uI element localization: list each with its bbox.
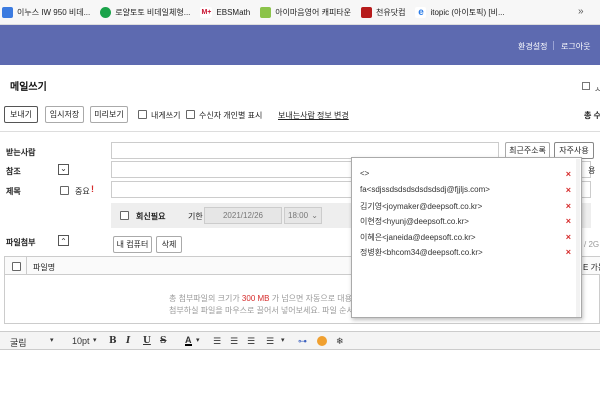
bookmark-item[interactable]: M+ EBSMath: [200, 6, 251, 18]
align-center-icon[interactable]: ☰: [230, 336, 238, 347]
bookmark-favicon-icon: [2, 6, 13, 18]
address-item[interactable]: 이혜은<janeida@deepsoft.co.kr>: [360, 232, 476, 243]
important-flag-icon: !: [91, 184, 94, 194]
address-item[interactable]: <>: [360, 169, 369, 178]
remove-address-icon[interactable]: ×: [566, 232, 571, 242]
bookmark-favicon-icon: [260, 6, 272, 18]
reply-needed-checkbox[interactable]: [120, 211, 129, 220]
to-self-checkbox[interactable]: [138, 110, 147, 119]
address-item[interactable]: fa<sdjssdsdsdsdsdsdsdj@fjjljs.com>: [360, 185, 490, 194]
settings-link[interactable]: 환경설정: [518, 41, 547, 52]
remove-address-icon[interactable]: ×: [566, 216, 571, 226]
to-self-label: 내게쓰기: [151, 111, 181, 120]
cc-expand-icon[interactable]: ⌄: [58, 164, 69, 175]
chevron-down-icon: ⌄: [311, 211, 318, 220]
delete-attachment-button[interactable]: 삭제: [156, 236, 182, 253]
cc-right-fragment: 용: [588, 166, 596, 175]
bookmarks-bar: 이누스 IW 950 비데... 로얄토토 비데일체형... M+ EBSMat…: [0, 0, 600, 25]
cc-label: 참조: [6, 167, 21, 176]
remove-address-icon[interactable]: ×: [566, 185, 571, 195]
individual-display-checkbox[interactable]: [186, 110, 195, 119]
bookmarks-overflow-icon[interactable]: »: [578, 6, 584, 17]
note-size: 300 MB: [241, 294, 270, 303]
chevron-down-icon: ▾: [50, 337, 54, 344]
header-divider: [553, 41, 554, 50]
align-right-icon[interactable]: ☰: [247, 336, 255, 347]
link-icon[interactable]: ⊶: [298, 336, 307, 347]
deadline-label: 기한: [188, 212, 203, 221]
subject-label: 제목: [6, 187, 21, 196]
remove-address-icon[interactable]: ×: [566, 169, 571, 179]
total-fragment: 총 수: [584, 111, 600, 120]
col-right-fragment: E 가능: [583, 263, 600, 272]
bookmark-item[interactable]: 이누스 IW 950 비데...: [2, 6, 91, 18]
attach-note-drag: 첨부하실 파일을 마우스로 끌어서 넣어보세요. 파일 순서: [169, 306, 354, 315]
page-title: 메일쓰기: [10, 82, 47, 93]
attach-select-all-checkbox[interactable]: [12, 262, 21, 271]
important-checkbox[interactable]: [60, 186, 69, 195]
col-divider: [26, 256, 27, 274]
save-draft-button[interactable]: 임시저장: [45, 106, 84, 123]
align-justify-icon[interactable]: ☰: [266, 336, 274, 347]
address-item[interactable]: 정병환<bhcom34@deepsoft.co.kr>: [360, 247, 483, 258]
right-edge-fragment: ㅅ: [594, 85, 600, 94]
deadline-date-input[interactable]: 2021/12/26: [204, 207, 282, 224]
bookmark-item[interactable]: e itopic (아이토픽) [비...: [415, 6, 505, 18]
ebs-favicon-icon: M+: [200, 6, 213, 18]
bookmark-favicon-icon: [361, 6, 373, 18]
chevron-down-icon: ▾: [281, 337, 285, 344]
my-computer-button[interactable]: 내 컴퓨터: [113, 236, 152, 253]
bookmark-favicon-icon: [100, 6, 112, 18]
strikethrough-icon[interactable]: S: [160, 336, 167, 346]
bookmark-label: 아이마음영어 캐피타운: [275, 7, 352, 17]
preview-button[interactable]: 미리보기: [90, 106, 128, 123]
send-button[interactable]: 보내기: [4, 106, 38, 123]
logout-link[interactable]: 로그아웃: [561, 41, 590, 52]
ie-favicon-icon: e: [415, 6, 427, 18]
attach-size-fragment: / 2G M: [584, 240, 600, 249]
bookmark-item[interactable]: 로얄토토 비데일체형...: [100, 6, 191, 18]
bookmark-label: 로얄토토 비데일체형...: [115, 7, 191, 17]
deadline-time-value: 18:00: [288, 211, 309, 220]
attach-label: 파일첨부: [6, 238, 36, 247]
attach-collapse-icon[interactable]: ⌃: [58, 235, 69, 246]
to-label: 받는사람: [6, 148, 36, 157]
frequent-address-dropdown: <> × fa<sdjssdsdsdsdsdsdsdj@fjjljs.com> …: [351, 157, 582, 318]
font-size-select[interactable]: 10pt: [72, 336, 90, 346]
bookmark-label: itopic (아이토픽) [비...: [430, 7, 505, 17]
chevron-down-icon: ▾: [93, 337, 97, 344]
sender-info-link[interactable]: 보내는사람 정보 변경: [278, 110, 349, 121]
font-family-select[interactable]: 굴림: [10, 336, 27, 349]
bookmark-item[interactable]: 천유닷컴: [361, 6, 406, 18]
italic-icon[interactable]: I: [126, 336, 130, 346]
font-color-icon[interactable]: A: [185, 336, 192, 346]
dropdown-scrollbar[interactable]: [576, 159, 580, 317]
special-char-icon[interactable]: ❄: [336, 336, 344, 347]
col-filename: 파일명: [33, 263, 56, 272]
bookmark-label: 이누스 IW 950 비데...: [17, 7, 91, 17]
bookmark-item[interactable]: 아이마음영어 캐피타운: [260, 6, 352, 18]
align-left-icon[interactable]: ☰: [213, 336, 221, 347]
bold-icon[interactable]: B: [109, 336, 117, 346]
important-label: 중요: [75, 187, 90, 196]
deadline-time-select[interactable]: 18:00 ⌄: [284, 207, 322, 224]
address-item[interactable]: 김기영<joymaker@deepsoft.co.kr>: [360, 201, 482, 212]
attach-note-size: 총 첨부파일의 크기가 300 MB 가 넘으면 자동으로 대용: [169, 293, 352, 304]
popout-icon[interactable]: [582, 82, 590, 90]
reply-needed-label: 회신필요: [136, 212, 166, 221]
editor-toolbar: 굴림 ▾ 10pt ▾ B I U S A ▾ ☰ ☰ ☰ ☰ ▾ ⊶ ❄: [0, 331, 600, 350]
note-suffix: 가 넘으면 자동으로 대용: [271, 294, 353, 303]
app-header: 환경설정 로그아웃: [0, 25, 600, 65]
emoji-icon[interactable]: [317, 336, 327, 346]
bookmark-label: EBSMath: [216, 7, 251, 17]
underline-icon[interactable]: U: [143, 336, 151, 346]
remove-address-icon[interactable]: ×: [566, 201, 571, 211]
note-prefix: 총 첨부파일의 크기가: [169, 294, 240, 303]
remove-address-icon[interactable]: ×: [566, 247, 571, 257]
bookmark-label: 천유닷컴: [376, 7, 406, 17]
toolbar-divider: [0, 131, 600, 132]
address-item[interactable]: 이현정<hyunj@deepsoft.co.kr>: [360, 216, 469, 227]
chevron-down-icon: ▾: [196, 337, 200, 344]
individual-display-label: 수신자 개인별 표시: [199, 111, 263, 120]
